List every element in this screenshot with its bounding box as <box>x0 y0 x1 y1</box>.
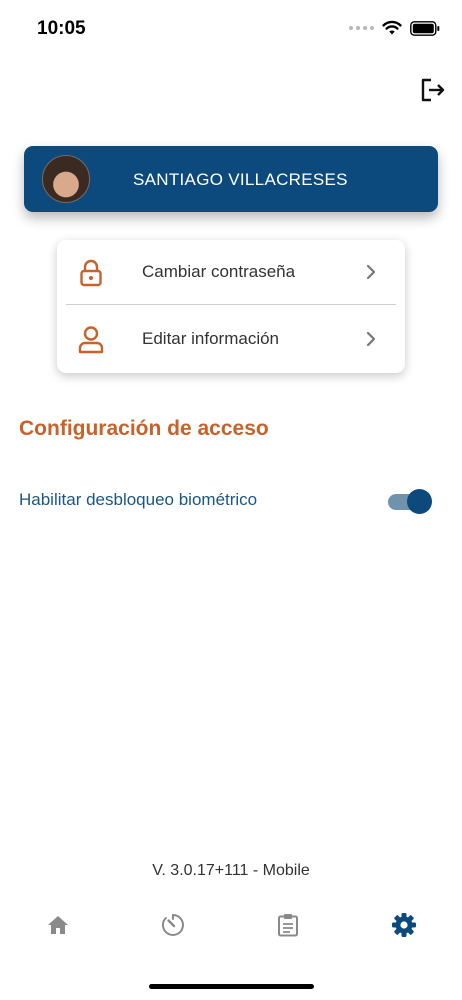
status-bar: 10:05 <box>0 0 462 60</box>
wifi-icon <box>382 20 402 35</box>
bottom-nav <box>0 905 462 945</box>
nav-settings[interactable] <box>384 905 424 945</box>
avatar <box>42 155 90 203</box>
access-config-title: Configuración de acceso <box>19 417 269 440</box>
biometric-label: Habilitar desbloqueo biométrico <box>19 490 258 509</box>
settings-gear-icon <box>392 913 416 937</box>
profile-name: SANTIAGO VILLACRESES <box>133 170 348 189</box>
menu-divider <box>66 304 396 305</box>
status-icons <box>349 20 440 36</box>
biometric-toggle[interactable] <box>388 489 432 515</box>
status-time: 10:05 <box>37 18 86 39</box>
change-password-label: Cambiar contraseña <box>142 262 296 281</box>
app-version: V. 3.0.17+111 - Mobile <box>152 862 310 879</box>
home-indicator <box>149 984 314 989</box>
account-menu-card: Cambiar contraseña Editar información <box>57 240 405 373</box>
logout-icon <box>421 78 445 102</box>
lock-icon <box>80 259 102 287</box>
profile-card: SANTIAGO VILLACRESES <box>24 146 438 212</box>
toggle-knob <box>407 489 432 514</box>
change-password-item[interactable]: Cambiar contraseña <box>57 240 405 306</box>
user-icon <box>78 326 104 354</box>
battery-icon <box>410 20 440 36</box>
home-icon <box>48 916 68 934</box>
edit-info-label: Editar información <box>142 329 280 348</box>
chevron-right-icon <box>366 264 376 280</box>
signal-dots-icon <box>349 26 374 30</box>
timer-icon <box>161 914 184 936</box>
nav-timer[interactable] <box>153 905 193 945</box>
edit-info-item[interactable]: Editar información <box>57 307 405 373</box>
clipboard-icon <box>278 914 298 937</box>
nav-home[interactable] <box>38 905 78 945</box>
nav-clipboard[interactable] <box>268 905 308 945</box>
logout-button[interactable] <box>419 76 447 104</box>
chevron-right-icon <box>366 331 376 347</box>
